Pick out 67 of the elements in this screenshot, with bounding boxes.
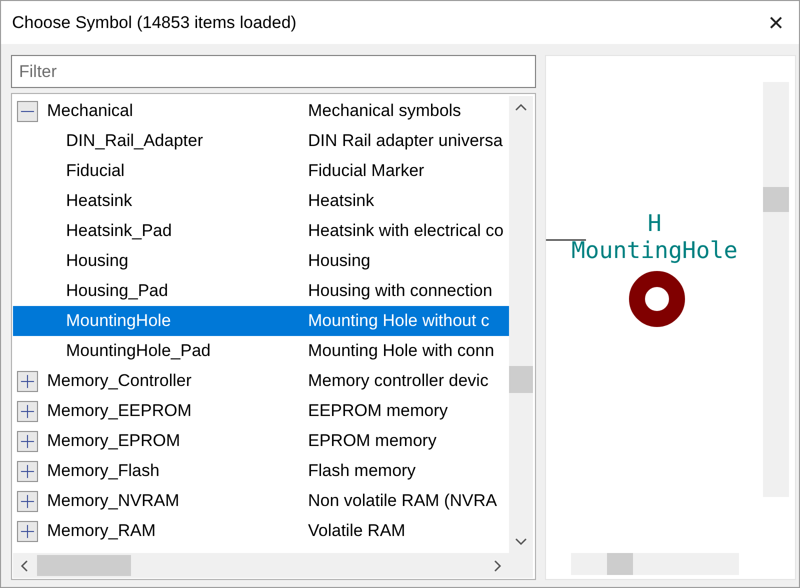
symbol-description: Heatsink — [308, 191, 374, 211]
tree-item[interactable]: Memory_EPROM EPROM memory — [13, 426, 509, 456]
wire-line — [546, 239, 586, 241]
symbol-name: Memory_Controller — [47, 371, 192, 391]
scroll-thumb[interactable] — [509, 366, 533, 393]
symbol-name: Fiducial — [66, 161, 125, 181]
expand-icon[interactable] — [17, 370, 38, 392]
symbol-name: DIN_Rail_Adapter — [66, 131, 204, 151]
symbol-name: Memory_NVRAM — [47, 491, 180, 511]
symbol-description: EEPROM memory — [308, 401, 448, 421]
symbol-description: EPROM memory — [308, 431, 436, 451]
symbol-name: Memory_EEPROM — [47, 401, 192, 421]
symbol-name: MountingHole_Pad — [66, 341, 211, 361]
symbol-name: Memory_EPROM — [47, 431, 180, 451]
window-title: Choose Symbol (14853 items loaded) — [12, 12, 296, 32]
tree-item[interactable]: Fiducial Fiducial Marker — [13, 156, 509, 186]
value-label: MountingHole — [571, 237, 738, 265]
tree-item[interactable]: Housing_Pad Housing with connection — [13, 276, 509, 306]
tree-item[interactable]: Memory_RAM Volatile RAM — [13, 516, 509, 546]
symbol-description: Flash memory — [308, 461, 416, 481]
symbol-description: DIN Rail adapter universa — [308, 131, 503, 151]
symbol-name: Housing_Pad — [66, 281, 168, 301]
preview-horizontal-scrollbar[interactable] — [571, 553, 739, 575]
collapse-icon[interactable] — [17, 100, 38, 122]
symbol-name: Heatsink_Pad — [66, 221, 172, 241]
symbol-description: Mounting Hole with conn — [308, 341, 494, 361]
scroll-thumb[interactable] — [607, 553, 633, 575]
pad-icon — [628, 271, 684, 327]
tree-item[interactable]: Heatsink_Pad Heatsink with electrical co — [13, 216, 509, 246]
symbol-name: MountingHole — [66, 311, 171, 331]
scroll-thumb[interactable] — [763, 187, 789, 212]
tree-item[interactable]: MountingHole_Pad Mounting Hole with conn — [13, 336, 509, 366]
symbol-name: Housing — [66, 251, 128, 271]
symbol-description: Housing with connection — [308, 281, 492, 301]
tree-item[interactable]: Memory_Flash Flash memory — [13, 456, 509, 486]
tree-item[interactable]: Memory_Controller Memory controller devic — [13, 366, 509, 396]
expand-icon[interactable] — [17, 520, 38, 542]
tree-item[interactable]: DIN_Rail_Adapter DIN Rail adapter universa — [13, 126, 509, 156]
vertical-scrollbar[interactable] — [509, 96, 533, 553]
reference-label: H — [648, 211, 662, 237]
close-button[interactable]: ✕ — [753, 1, 799, 44]
symbol-name: Mechanical — [47, 101, 133, 121]
symbol-description: Fiducial Marker — [308, 161, 424, 181]
symbol-description: Memory controller devic — [308, 371, 488, 391]
scroll-thumb[interactable] — [37, 555, 131, 576]
expand-icon[interactable] — [17, 490, 38, 512]
symbol-name: Memory_Flash — [47, 461, 160, 481]
symbol-description: Heatsink with electrical co — [308, 221, 504, 241]
tree-item[interactable]: MountingHole Mounting Hole without c — [13, 306, 509, 336]
horizontal-scrollbar[interactable] — [13, 553, 533, 578]
tree-item[interactable]: Housing Housing — [13, 246, 509, 276]
symbol-name: Memory_RAM — [47, 521, 156, 541]
filter-field[interactable]: Filter — [11, 55, 536, 88]
symbol-name: Heatsink — [66, 191, 132, 211]
symbol-description: Mechanical symbols — [308, 101, 462, 121]
symbol-description: Volatile RAM — [308, 521, 406, 541]
tree-item[interactable]: Memory_NVRAM Non volatile RAM (NVRA — [13, 486, 509, 516]
expand-icon[interactable] — [17, 460, 38, 482]
expand-icon[interactable] — [17, 400, 38, 422]
tree-item[interactable]: Memory_EEPROM EEPROM memory — [13, 396, 509, 426]
expand-icon[interactable] — [17, 430, 38, 452]
preview-vertical-scrollbar[interactable] — [763, 82, 789, 497]
tree-item[interactable]: Heatsink Heatsink — [13, 186, 509, 216]
tree-item[interactable]: Mechanical Mechanical symbols — [13, 96, 509, 126]
symbol-description: Housing — [308, 251, 370, 271]
symbol-description: Mounting Hole without c — [308, 311, 490, 331]
symbol-description: Non volatile RAM (NVRA — [308, 491, 497, 511]
